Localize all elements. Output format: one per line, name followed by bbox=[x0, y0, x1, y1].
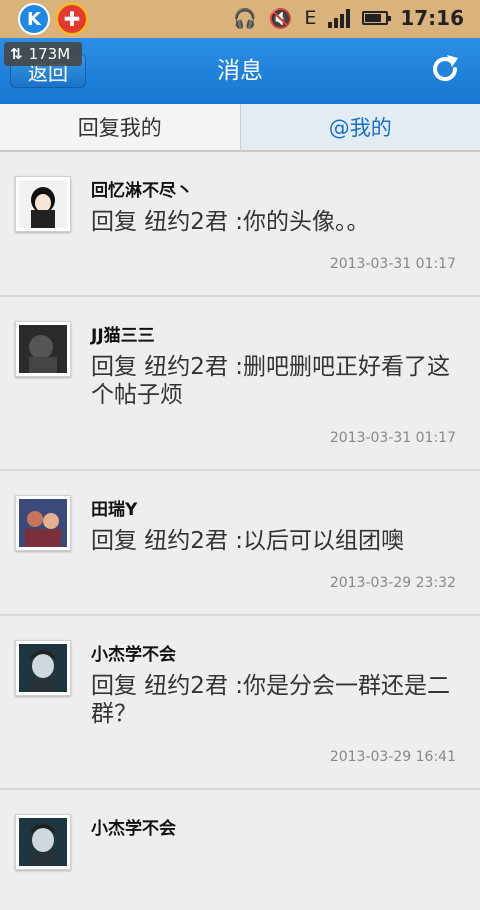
message-list: 回忆淋不尽丶 回复 纽约2君 :你的头像。。 2013-03-31 01:17 … bbox=[0, 152, 480, 910]
notification-icons: K ✚ bbox=[18, 3, 88, 35]
sender-name: 田瑞Y bbox=[91, 495, 137, 520]
avatar bbox=[15, 321, 71, 377]
list-item[interactable]: 小杰学不会 bbox=[0, 790, 480, 910]
health-app-icon: ✚ bbox=[56, 3, 88, 35]
sender-name: 小杰学不会 bbox=[91, 640, 176, 665]
avatar bbox=[15, 640, 71, 696]
kugou-app-icon: K bbox=[18, 3, 50, 35]
sender-name: 回忆淋不尽丶 bbox=[91, 176, 193, 201]
message-text: 回复 纽约2君 :你的头像。。 bbox=[91, 208, 466, 236]
status-indicators: 🎧 🔇 E 17:16 bbox=[233, 6, 464, 30]
sender-name: 小杰学不会 bbox=[91, 814, 176, 839]
battery-icon bbox=[362, 11, 388, 25]
refresh-icon[interactable] bbox=[428, 52, 462, 86]
tab-bar: 回复我的 @我的 bbox=[0, 104, 480, 152]
tab-mentions[interactable]: @我的 bbox=[240, 104, 480, 150]
headset-icon: 🎧 bbox=[233, 7, 257, 30]
signal-icon bbox=[328, 8, 350, 28]
list-item[interactable]: 田瑞Y 回复 纽约2君 :以后可以组团噢 2013-03-29 23:32 bbox=[0, 471, 480, 616]
mute-icon: 🔇 bbox=[269, 7, 293, 30]
message-text: 回复 纽约2君 :你是分会一群还是二群？ bbox=[91, 672, 466, 728]
status-time: 17:16 bbox=[400, 6, 464, 30]
message-text: 回复 纽约2君 :删吧删吧正好看了这个帖子烦 bbox=[91, 353, 466, 409]
edge-network-icon: E bbox=[304, 7, 316, 29]
status-bar: K ✚ 🎧 🔇 E 17:16 bbox=[0, 0, 480, 38]
message-time: 2013-03-29 23:32 bbox=[330, 575, 456, 591]
message-text: 回复 纽约2君 :以后可以组团噢 bbox=[91, 527, 466, 555]
message-time: 2013-03-31 01:17 bbox=[330, 430, 456, 446]
sender-name: JJ猫三三 bbox=[91, 321, 155, 346]
title-bar: 返回 ⇅ 173M 消息 bbox=[0, 38, 480, 104]
message-time: 2013-03-31 01:17 bbox=[330, 256, 456, 272]
list-item[interactable]: JJ猫三三 回复 纽约2君 :删吧删吧正好看了这个帖子烦 2013-03-31 … bbox=[0, 297, 480, 471]
page-title: 消息 bbox=[0, 38, 480, 104]
avatar bbox=[15, 176, 71, 232]
avatar bbox=[15, 495, 71, 551]
list-item[interactable]: 小杰学不会 回复 纽约2君 :你是分会一群还是二群？ 2013-03-29 16… bbox=[0, 616, 480, 790]
tab-replies-to-me[interactable]: 回复我的 bbox=[0, 104, 240, 150]
message-time: 2013-03-29 16:41 bbox=[330, 749, 456, 765]
list-item[interactable]: 回忆淋不尽丶 回复 纽约2君 :你的头像。。 2013-03-31 01:17 bbox=[0, 152, 480, 297]
avatar bbox=[15, 814, 71, 870]
